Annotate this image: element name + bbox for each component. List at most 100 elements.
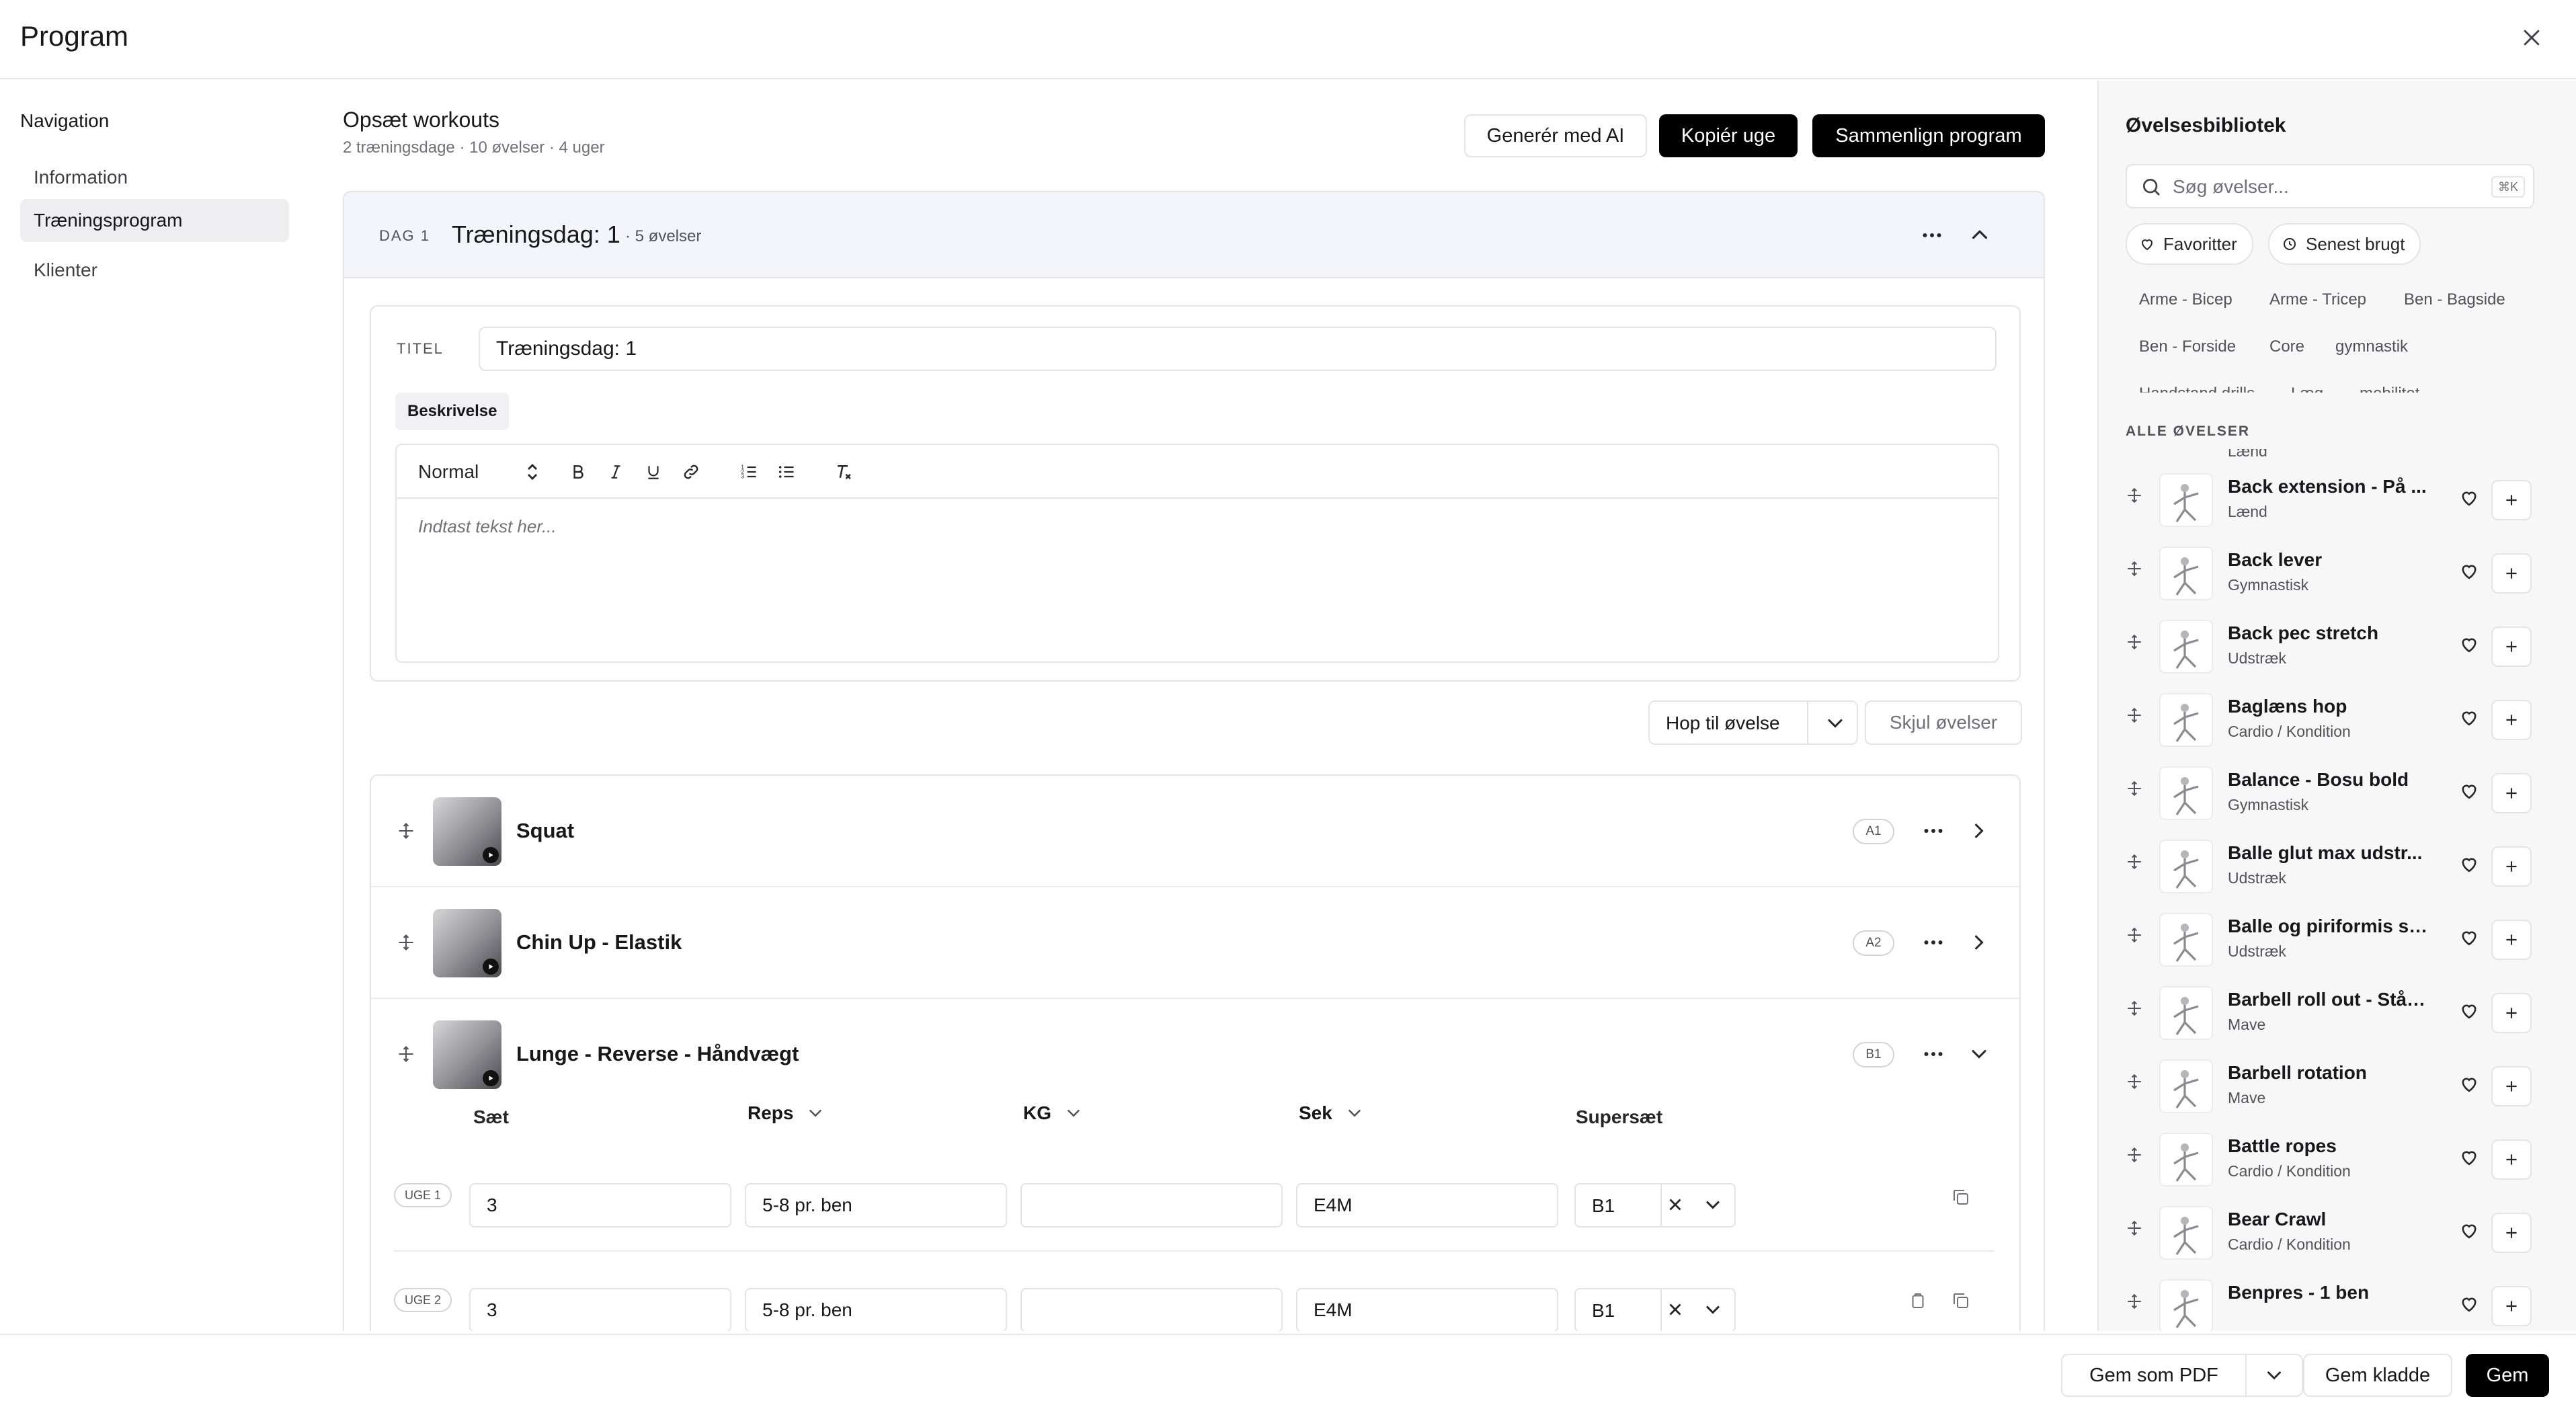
sek-input[interactable]: E4M — [1296, 1288, 1558, 1331]
superset-dropdown-button[interactable] — [1701, 1297, 1725, 1325]
drag-handle[interactable] — [2126, 706, 2143, 727]
sek-input[interactable]: E4M — [1296, 1183, 1558, 1227]
favorites-filter[interactable]: Favoritter — [2126, 223, 2253, 265]
link-button[interactable] — [678, 458, 705, 485]
save-draft-button[interactable]: Gem kladde — [2303, 1354, 2452, 1397]
exercise-row[interactable]: Squat A1 — [371, 776, 2019, 887]
collapse-day-button[interactable] — [1967, 222, 1993, 251]
drag-handle[interactable] — [2126, 560, 2143, 581]
saet-input[interactable]: 3 — [469, 1288, 731, 1331]
category-tag[interactable]: Ben - Bagside — [2404, 290, 2505, 309]
copy-week-button[interactable]: Kopiér uge — [1659, 114, 1798, 157]
library-search-input[interactable]: Søg øvelser... ⌘K — [2126, 164, 2534, 208]
exercise-thumbnail[interactable] — [433, 1020, 501, 1089]
clear-superset-button[interactable] — [1663, 1193, 1687, 1220]
bold-button[interactable] — [565, 458, 592, 485]
collapse-exercise-button[interactable] — [1967, 1042, 1991, 1069]
category-tag[interactable]: mobilitet — [2360, 385, 2419, 393]
copy-row-button[interactable] — [1951, 1187, 1971, 1211]
library-item[interactable]: Balle glut max udstr... Udstræk — [2099, 830, 2576, 903]
favorite-button[interactable] — [2458, 853, 2481, 879]
library-item[interactable]: Battle ropes Cardio / Kondition — [2099, 1123, 2576, 1196]
clear-superset-button[interactable] — [1663, 1297, 1687, 1325]
add-exercise-button[interactable] — [2491, 773, 2532, 813]
add-exercise-button[interactable] — [2491, 993, 2532, 1033]
category-tag[interactable]: Læg — [2291, 385, 2323, 393]
drag-handle[interactable] — [2126, 487, 2143, 508]
add-exercise-button[interactable] — [2491, 627, 2532, 667]
add-exercise-button[interactable] — [2491, 700, 2532, 740]
bullet-list-button[interactable] — [773, 458, 800, 485]
exercise-thumbnail[interactable] — [433, 797, 501, 866]
save-pdf-options-button[interactable] — [2245, 1354, 2303, 1397]
favorite-button[interactable] — [2458, 560, 2481, 586]
copy-row-button[interactable] — [1951, 1291, 1971, 1314]
favorite-button[interactable] — [2458, 1293, 2481, 1319]
reps-input[interactable]: 5-8 pr. ben — [745, 1183, 1007, 1227]
recent-filter[interactable]: Senest brugt — [2268, 223, 2421, 265]
favorite-button[interactable] — [2458, 487, 2481, 513]
kg-input[interactable] — [1020, 1288, 1283, 1331]
category-tag[interactable]: Ben - Forside — [2139, 337, 2236, 356]
library-item[interactable]: Balle og piriformis str... Udstræk — [2099, 903, 2576, 976]
drag-handle[interactable] — [2126, 926, 2143, 947]
underline-button[interactable] — [640, 458, 667, 485]
category-tag[interactable]: Handstand drills — [2139, 385, 2255, 393]
italic-button[interactable] — [602, 458, 629, 485]
kg-input[interactable] — [1020, 1183, 1283, 1227]
favorite-button[interactable] — [2458, 1073, 2481, 1099]
add-exercise-button[interactable] — [2491, 1139, 2532, 1180]
saet-input[interactable]: 3 — [469, 1183, 731, 1227]
library-item[interactable]: Bear Crawl Cardio / Kondition — [2099, 1197, 2576, 1269]
drag-handle[interactable] — [2126, 1293, 2143, 1314]
drag-handle[interactable] — [397, 1045, 415, 1067]
expand-exercise-button[interactable] — [1967, 819, 1991, 846]
exercise-more-button[interactable] — [1921, 930, 1945, 958]
library-item[interactable]: Back lever Gymnastisk — [2099, 537, 2576, 610]
category-tag[interactable]: Arme - Tricep — [2269, 290, 2366, 309]
save-button[interactable]: Gem — [2466, 1354, 2549, 1397]
clear-format-button[interactable] — [831, 458, 858, 485]
drag-handle[interactable] — [2126, 1073, 2143, 1094]
drag-handle[interactable] — [2126, 1000, 2143, 1020]
compare-program-button[interactable]: Sammenlign program — [1812, 114, 2045, 157]
drag-handle[interactable] — [2126, 1219, 2143, 1240]
drag-handle[interactable] — [2126, 853, 2143, 874]
favorite-button[interactable] — [2458, 926, 2481, 953]
drag-handle[interactable] — [2126, 633, 2143, 654]
paste-row-button[interactable] — [1908, 1291, 1928, 1314]
library-item[interactable]: Barbell roll out - Ståe... Mave — [2099, 977, 2576, 1049]
favorite-button[interactable] — [2458, 1000, 2481, 1026]
add-exercise-button[interactable] — [2491, 1286, 2532, 1326]
drag-handle[interactable] — [2126, 780, 2143, 801]
drag-handle[interactable] — [397, 821, 415, 844]
library-item[interactable]: Balance - Bosu bold Gymnastisk — [2099, 757, 2576, 830]
reps-input[interactable]: 5-8 pr. ben — [745, 1288, 1007, 1331]
nav-item-information[interactable]: Information — [20, 156, 289, 199]
favorite-button[interactable] — [2458, 780, 2481, 806]
favorite-button[interactable] — [2458, 1219, 2481, 1246]
library-item[interactable]: Back pec stretch Udstræk — [2099, 610, 2576, 683]
add-exercise-button[interactable] — [2491, 920, 2532, 960]
expand-exercise-button[interactable] — [1967, 930, 1991, 958]
exercise-thumbnail[interactable] — [433, 909, 501, 977]
favorite-button[interactable] — [2458, 633, 2481, 659]
add-exercise-button[interactable] — [2491, 1213, 2532, 1253]
superset-dropdown-button[interactable] — [1701, 1193, 1725, 1220]
category-tag[interactable]: Arme - Bicep — [2139, 290, 2232, 309]
nav-item-traeningsprogram[interactable]: Træningsprogram — [20, 199, 289, 242]
category-tag[interactable]: gymnastik — [2335, 337, 2408, 356]
hop-to-exercise-select[interactable]: Hop til øvelse — [1648, 700, 1858, 745]
format-select[interactable]: Normal — [418, 458, 539, 485]
add-exercise-button[interactable] — [2491, 480, 2532, 520]
add-exercise-button[interactable] — [2491, 846, 2532, 887]
add-exercise-button[interactable] — [2491, 553, 2532, 594]
category-tag[interactable]: Core — [2269, 337, 2304, 356]
favorite-button[interactable] — [2458, 706, 2481, 733]
exercise-more-button[interactable] — [1921, 1042, 1945, 1069]
close-button[interactable] — [2514, 20, 2549, 55]
day-header[interactable]: DAG 1 Træningsdag: 1 · 5 øvelser — [344, 192, 2044, 278]
hide-exercises-button[interactable]: Skjul øvelser — [1865, 700, 2022, 745]
drag-handle[interactable] — [2126, 1146, 2143, 1167]
library-item[interactable]: Baglæns hop Cardio / Kondition — [2099, 684, 2576, 756]
